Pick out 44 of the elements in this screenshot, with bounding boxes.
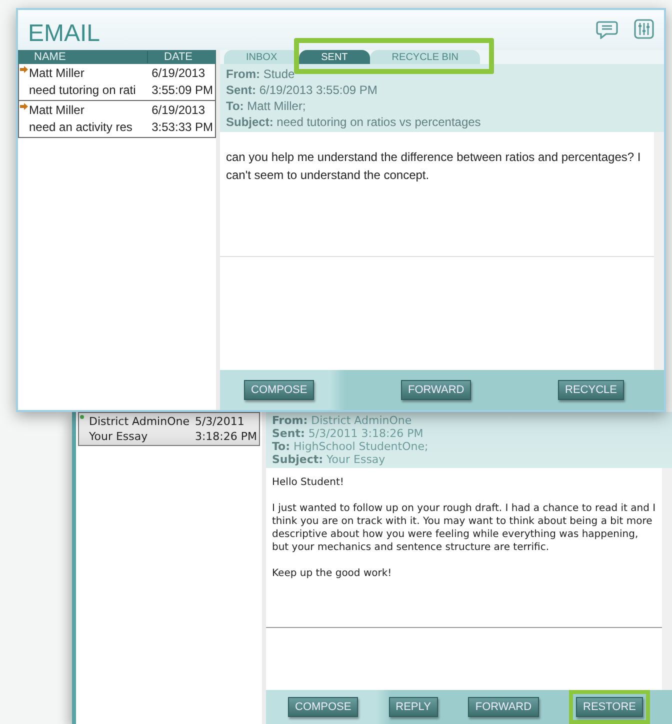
window-title: EMAIL [28,20,100,48]
action-button[interactable]: FORWARD [401,380,472,400]
action-button[interactable]: RECYCLE [558,380,624,400]
sender-name: District AdminOne [89,414,190,429]
message-item[interactable]: Matt Miller 6/19/2013 need an activity res 3:53:33 PM [18,101,216,138]
arrow-icon [20,66,28,73]
message-time: 3:18:26 PM [194,429,257,444]
action-button[interactable]: COMPOSE [288,697,358,717]
message-time: 3:53:33 PM [152,119,213,136]
sent-line: Sent: 5/3/2011 3:18:26 PM [272,427,424,440]
message-paragraph: Keep up the good work! [272,567,393,580]
folder-tab[interactable]: RECYCLE BIN [370,50,480,64]
action-button[interactable]: FORWARD [468,697,539,717]
message-date: 6/19/2013 [152,102,206,119]
action-button[interactable]: COMPOSE [244,380,314,400]
message-item[interactable]: Matt Miller 6/19/2013 need tutoring on rati 3:55:09 PM [18,64,216,101]
folder-tab[interactable]: SENT [299,50,370,64]
sent-line: Sent: 6/19/2013 3:55:09 PM [226,82,378,98]
sender-name: Matt Miller [29,102,86,119]
message-paragraph: can you help me understand the difference between ratios and percentages? I can't seem to understand the concept. [226,149,642,184]
chat-icon[interactable] [596,19,618,39]
message-subject: Your Essay [89,429,149,444]
message-time: 3:55:09 PM [152,82,213,99]
message-date: 6/19/2013 [152,65,206,82]
arrow-icon [20,103,28,110]
message-paragraph: Hello Student! [272,476,345,489]
subject-line: Subject: Your Essay [272,453,386,466]
message-subject: need an activity res [29,119,134,136]
message-item[interactable]: District AdminOne 5/3/2011 Your Essay 3:18:26 PM [78,412,260,446]
settings-icon[interactable] [634,19,654,39]
message-date: 5/3/2011 [194,414,246,429]
column-header: DATE [163,51,193,63]
to-line: To: HighSchool StudentOne; [272,440,430,453]
message-subject: need tutoring on rati [29,82,137,99]
action-button[interactable]: RESTORE [576,697,643,717]
message-paragraph: I just wanted to follow up on your rough draft. I had a chance to read it and I think you are on track with it. You may want to think about being a bit more descriptive about how you were feeling while everything was happening, but your mechanics and sentence structure are terrific. [272,502,656,554]
dot-icon [80,415,84,419]
to-line: To: Matt Miller; [226,98,307,114]
subject-line: Subject: need tutoring on ratios vs percentages [226,114,482,130]
from-line: From: Stude [226,66,296,82]
sender-name: Matt Miller [29,65,86,82]
action-button[interactable]: REPLY [388,697,438,717]
from-line: From: District AdminOne [272,414,413,427]
column-header: NAME [18,51,148,63]
